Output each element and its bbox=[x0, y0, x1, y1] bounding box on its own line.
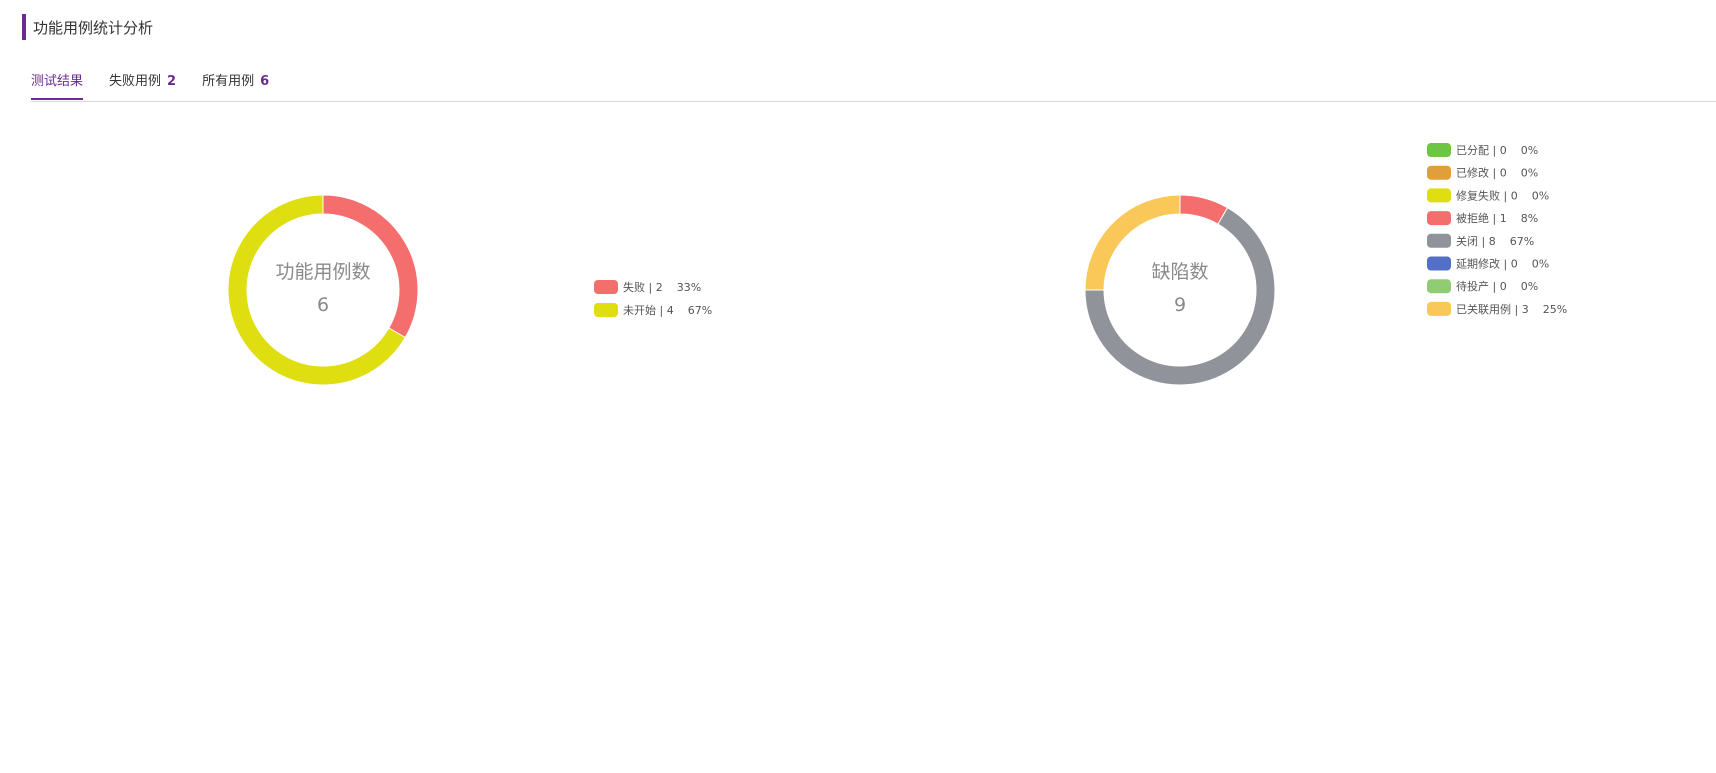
legend-percent: 8% bbox=[1521, 212, 1538, 225]
legend-swatch[interactable] bbox=[1427, 256, 1451, 271]
donut-chart-2: 缺陷数 9 bbox=[1084, 194, 1276, 386]
legend-swatch[interactable] bbox=[1427, 211, 1451, 226]
legend-label[interactable]: 延期修改 | 0 bbox=[1456, 257, 1518, 271]
legend-percent: 0% bbox=[1521, 144, 1538, 157]
legend-swatch[interactable] bbox=[1427, 301, 1451, 316]
legend-label[interactable]: 已分配 | 0 bbox=[1456, 144, 1507, 157]
legend-label[interactable]: 关闭 | 8 bbox=[1456, 234, 1496, 248]
legend-label[interactable]: 已关联用例 | 3 bbox=[1456, 302, 1529, 316]
legend-percent: 0% bbox=[1521, 280, 1538, 293]
legend-swatch[interactable] bbox=[594, 303, 618, 317]
chart-legend-2: 已分配 | 0 0%已修改 | 0 0%修复失败 | 0 0%被拒绝 | 1 8%关闭 … bbox=[1427, 143, 1567, 316]
legend-swatch[interactable] bbox=[594, 280, 618, 294]
legend-percent: 0% bbox=[1532, 189, 1549, 202]
chart-center-title: 缺陷数 bbox=[1151, 261, 1208, 283]
legend-percent: 0% bbox=[1521, 167, 1538, 180]
charts-canvas: 功能用例数 6 失败 | 2 33%未开始 | 4 67% 缺陷数 9 已分配 | 0 0% 已修… bbox=[227, 143, 1567, 386]
legend-swatch[interactable] bbox=[1427, 165, 1451, 180]
chart-center-value: 6 bbox=[317, 294, 329, 316]
legend-label[interactable]: 未开始 | 4 bbox=[623, 303, 674, 317]
legend-percent: 67% bbox=[688, 304, 712, 317]
donut-chart-1: 功能用例数 6 bbox=[227, 194, 419, 386]
legend-percent: 25% bbox=[1543, 303, 1567, 316]
chart-legend-1: 失败 | 2 33%未开始 | 4 67% bbox=[594, 280, 712, 317]
legend-label[interactable]: 失败 | 2 bbox=[623, 280, 663, 294]
legend-percent: 67% bbox=[1510, 235, 1534, 248]
page: 功能用例统计分析 测试结果 失败用例 2 所有用例 6 功能用例数 6 失败 | 2 33… bbox=[0, 0, 1716, 773]
legend-label[interactable]: 待投产 | 0 bbox=[1456, 279, 1507, 293]
chart-center-value: 9 bbox=[1174, 294, 1186, 316]
legend-label[interactable]: 被拒绝 | 1 bbox=[1456, 211, 1507, 225]
legend-label[interactable]: 已修改 | 0 bbox=[1456, 166, 1507, 180]
legend-swatch[interactable] bbox=[1427, 143, 1451, 157]
legend-swatch[interactable] bbox=[1427, 188, 1451, 203]
chart-center-title: 功能用例数 bbox=[275, 261, 370, 283]
legend-percent: 33% bbox=[677, 281, 701, 294]
legend-swatch[interactable] bbox=[1427, 279, 1451, 294]
legend-swatch[interactable] bbox=[1427, 233, 1451, 248]
legend-label[interactable]: 修复失败 | 0 bbox=[1456, 188, 1518, 202]
legend-percent: 0% bbox=[1532, 258, 1549, 271]
